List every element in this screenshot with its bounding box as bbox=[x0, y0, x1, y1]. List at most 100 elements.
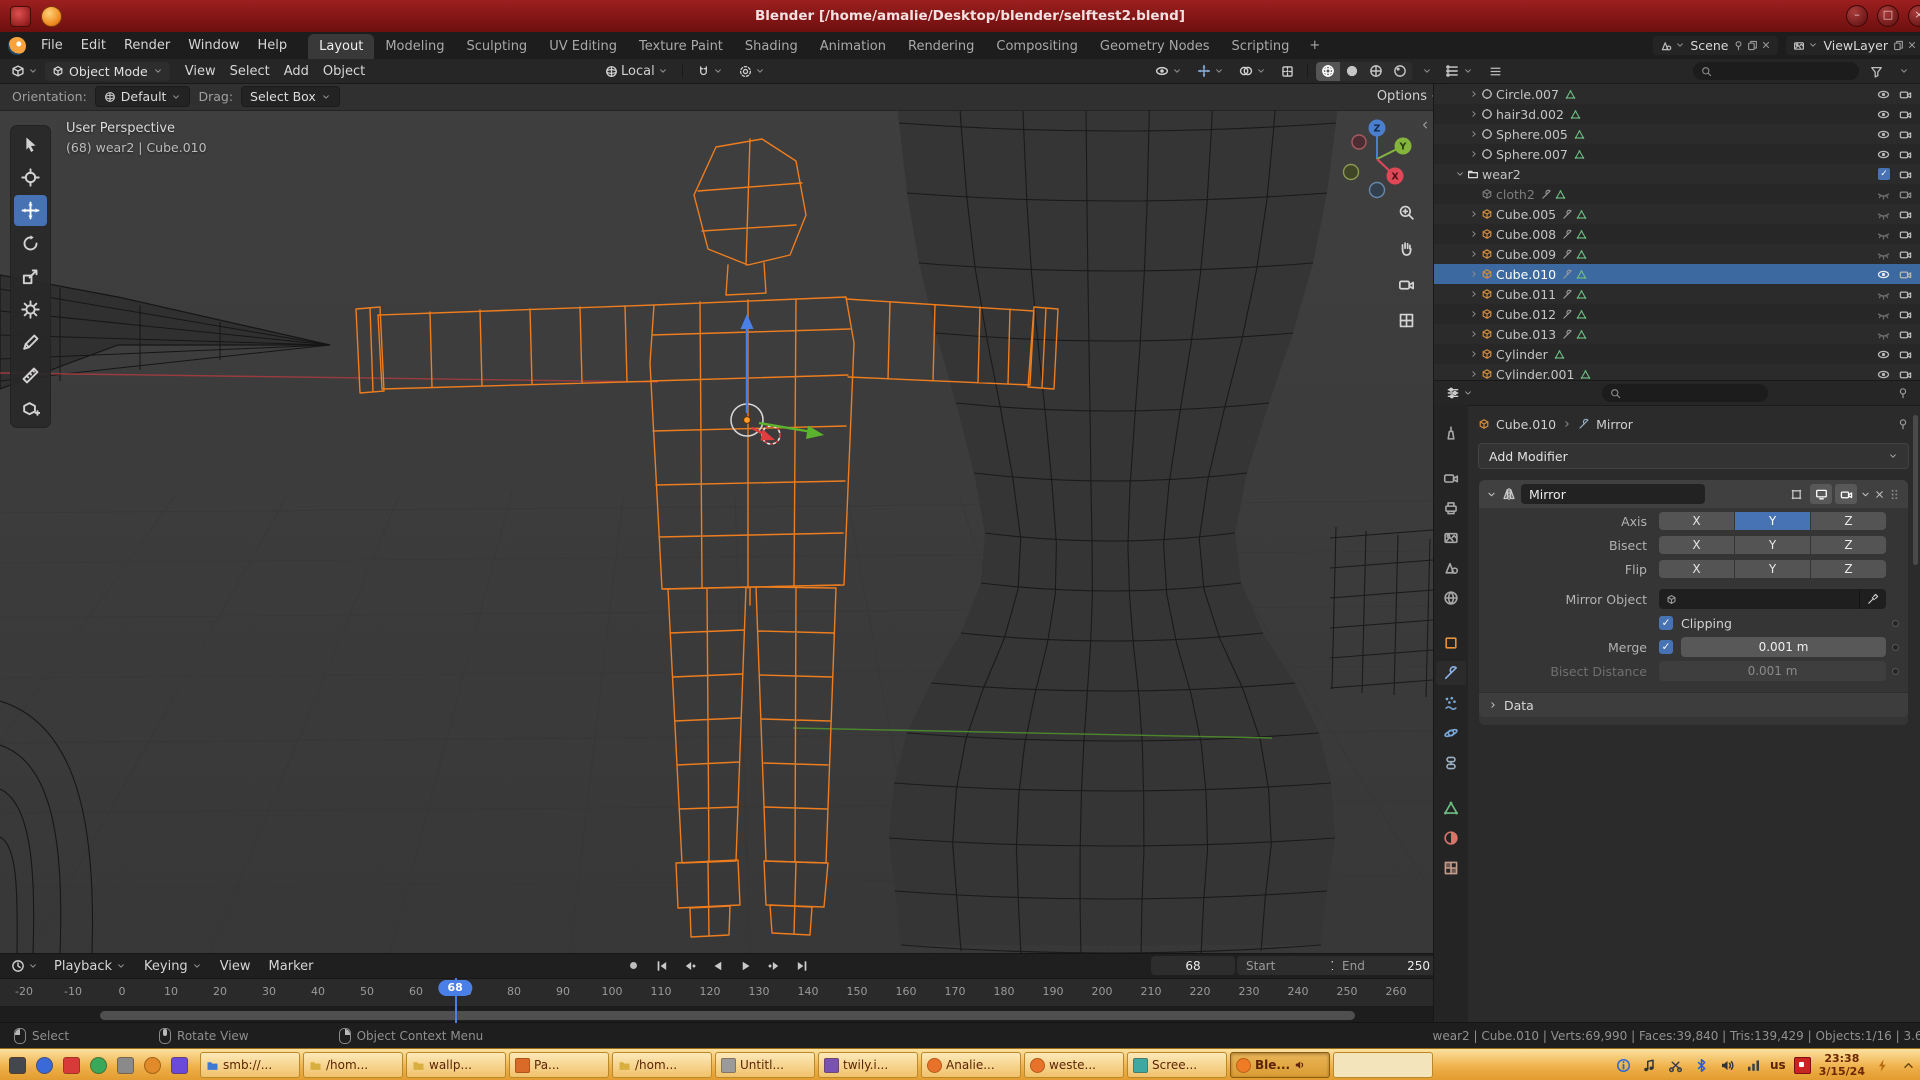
render-display-toggle[interactable] bbox=[1835, 484, 1857, 504]
camera-icon[interactable] bbox=[1899, 208, 1912, 221]
expand-icon[interactable] bbox=[1466, 129, 1481, 139]
properties-search-input[interactable] bbox=[1602, 384, 1768, 402]
sidebar-collapse-arrow[interactable] bbox=[1419, 119, 1431, 131]
camera-icon[interactable] bbox=[1899, 308, 1912, 321]
tray-music-note[interactable] bbox=[1640, 1056, 1658, 1074]
tray-chevron-up[interactable] bbox=[1899, 1056, 1917, 1074]
workspace-tab-rendering[interactable]: Rendering bbox=[897, 34, 985, 59]
pan-button[interactable] bbox=[1395, 237, 1417, 259]
outliner-row-wear2[interactable]: wear2✓ bbox=[1434, 164, 1920, 184]
expand-icon[interactable] bbox=[1466, 349, 1481, 359]
jump-to-end-button[interactable] bbox=[790, 956, 813, 975]
launcher-3-button[interactable] bbox=[59, 1053, 83, 1077]
outliner-editor-type-button[interactable] bbox=[1441, 62, 1478, 80]
outliner-search-input[interactable] bbox=[1693, 62, 1859, 80]
previous-keyframe-button[interactable] bbox=[678, 956, 701, 975]
timeline-menu-playback[interactable]: Playback bbox=[45, 956, 135, 977]
taskbar-app-smb-[interactable]: smb://... bbox=[200, 1052, 300, 1078]
tray-lightning[interactable] bbox=[1873, 1056, 1891, 1074]
properties-pin-button[interactable] bbox=[1892, 385, 1914, 401]
camera-icon[interactable] bbox=[1899, 268, 1912, 281]
properties-tab-render[interactable] bbox=[1436, 466, 1466, 490]
modifier-name-field[interactable]: Mirror bbox=[1521, 484, 1705, 504]
workspace-tab-modeling[interactable]: Modeling bbox=[374, 34, 455, 59]
properties-tab-constraints[interactable] bbox=[1436, 751, 1466, 775]
outliner-row-sphere-007[interactable]: Sphere.007 bbox=[1434, 144, 1920, 164]
camera-icon[interactable] bbox=[1899, 248, 1912, 261]
camera-icon[interactable] bbox=[1899, 228, 1912, 241]
tool-transform[interactable] bbox=[14, 294, 47, 325]
eye-closed-icon[interactable] bbox=[1877, 328, 1890, 341]
workspace-tab-layout[interactable]: Layout bbox=[308, 34, 374, 59]
launcher-4-button[interactable] bbox=[86, 1053, 110, 1077]
tray-bluetooth[interactable] bbox=[1692, 1056, 1710, 1074]
camera-icon[interactable] bbox=[1899, 368, 1912, 381]
transform-orientation-dropdown[interactable]: Local bbox=[600, 62, 673, 81]
menu-render[interactable]: Render bbox=[115, 35, 179, 56]
eye-closed-icon[interactable] bbox=[1877, 288, 1890, 301]
properties-tab-object[interactable] bbox=[1436, 631, 1466, 655]
properties-tab-tool[interactable] bbox=[1436, 421, 1466, 445]
taskbar-app-weste-[interactable]: weste... bbox=[1024, 1052, 1124, 1078]
camera-icon[interactable] bbox=[1899, 348, 1912, 361]
camera-icon[interactable] bbox=[1899, 288, 1912, 301]
menu-help[interactable]: Help bbox=[249, 35, 297, 56]
start-frame-field[interactable]: Start 1 bbox=[1237, 956, 1347, 975]
taskbar-app-blank[interactable] bbox=[1333, 1052, 1433, 1078]
play-forward-button[interactable] bbox=[734, 956, 757, 975]
mirror-object-field[interactable] bbox=[1659, 589, 1859, 609]
eyedropper-button[interactable] bbox=[1859, 589, 1886, 609]
pin-icon[interactable] bbox=[1733, 40, 1744, 51]
snapping-button[interactable] bbox=[692, 63, 728, 80]
tool-move[interactable] bbox=[14, 195, 47, 226]
expand-icon[interactable] bbox=[1466, 249, 1481, 259]
add-modifier-button[interactable]: Add Modifier bbox=[1478, 443, 1909, 469]
workspace-tab-animation[interactable]: Animation bbox=[809, 34, 897, 59]
properties-tab-particles[interactable] bbox=[1436, 691, 1466, 715]
properties-tab-scene[interactable] bbox=[1436, 556, 1466, 580]
eye-icon[interactable] bbox=[1877, 368, 1890, 381]
eye-closed-icon[interactable] bbox=[1877, 208, 1890, 221]
properties-editor-type-button[interactable] bbox=[1441, 384, 1478, 402]
properties-tab-world[interactable] bbox=[1436, 586, 1466, 610]
chev-down-icon[interactable] bbox=[1486, 489, 1497, 500]
flip-x-toggle[interactable]: X bbox=[1659, 560, 1734, 578]
launcher-7-button[interactable] bbox=[167, 1053, 191, 1077]
menu-window[interactable]: Window bbox=[179, 35, 248, 56]
axis-x-toggle[interactable]: X bbox=[1659, 512, 1734, 530]
zoom-button[interactable] bbox=[1395, 201, 1417, 223]
playhead-frame-badge[interactable]: 68 bbox=[439, 980, 472, 996]
data-subpanel-header[interactable]: Data bbox=[1479, 692, 1908, 717]
workspace-tab-uv-editing[interactable]: UV Editing bbox=[538, 34, 628, 59]
expand-icon[interactable] bbox=[1466, 369, 1481, 379]
notification-badge-icon[interactable] bbox=[1794, 1057, 1811, 1074]
taskbar-app-analie-[interactable]: Analie... bbox=[921, 1052, 1021, 1078]
workspace-tab-geometry-nodes[interactable]: Geometry Nodes bbox=[1089, 34, 1221, 59]
expand-icon[interactable] bbox=[1466, 329, 1481, 339]
expand-icon[interactable] bbox=[1466, 149, 1481, 159]
close-button[interactable]: × bbox=[1908, 5, 1920, 27]
merge-checkbox[interactable]: ✓ bbox=[1659, 640, 1673, 654]
viewport-menu-object[interactable]: Object bbox=[316, 62, 372, 81]
launcher-1-button[interactable] bbox=[5, 1053, 29, 1077]
grip-icon[interactable] bbox=[1888, 488, 1901, 501]
outliner-row-cube-008[interactable]: Cube.008 bbox=[1434, 224, 1920, 244]
outliner-row-circle-007[interactable]: Circle.007 bbox=[1434, 84, 1920, 104]
chev-down-icon[interactable] bbox=[1860, 489, 1871, 500]
viewport-menu-select[interactable]: Select bbox=[223, 62, 277, 81]
editor-type-button[interactable] bbox=[6, 62, 43, 80]
properties-tab-material[interactable] bbox=[1436, 826, 1466, 850]
flip-y-toggle[interactable]: Y bbox=[1735, 560, 1810, 578]
proportional-editing-button[interactable] bbox=[734, 63, 770, 80]
workspace-tab-sculpting[interactable]: Sculpting bbox=[455, 34, 538, 59]
shading-sphere-rend[interactable] bbox=[1388, 62, 1412, 81]
axis-y-toggle[interactable]: Y bbox=[1735, 512, 1810, 530]
taskbar-app-wallp-[interactable]: wallp... bbox=[406, 1052, 506, 1078]
outliner-row-cube-010[interactable]: Cube.010 bbox=[1434, 264, 1920, 284]
launcher-6-button[interactable] bbox=[140, 1053, 164, 1077]
taskbar-app-untitl-[interactable]: Untitl... bbox=[715, 1052, 815, 1078]
expand-icon[interactable] bbox=[1466, 89, 1481, 99]
expand-icon[interactable] bbox=[1466, 109, 1481, 119]
taskbar-app-ble-[interactable]: Ble... bbox=[1230, 1052, 1330, 1078]
realtime-display-toggle[interactable] bbox=[1810, 484, 1832, 504]
